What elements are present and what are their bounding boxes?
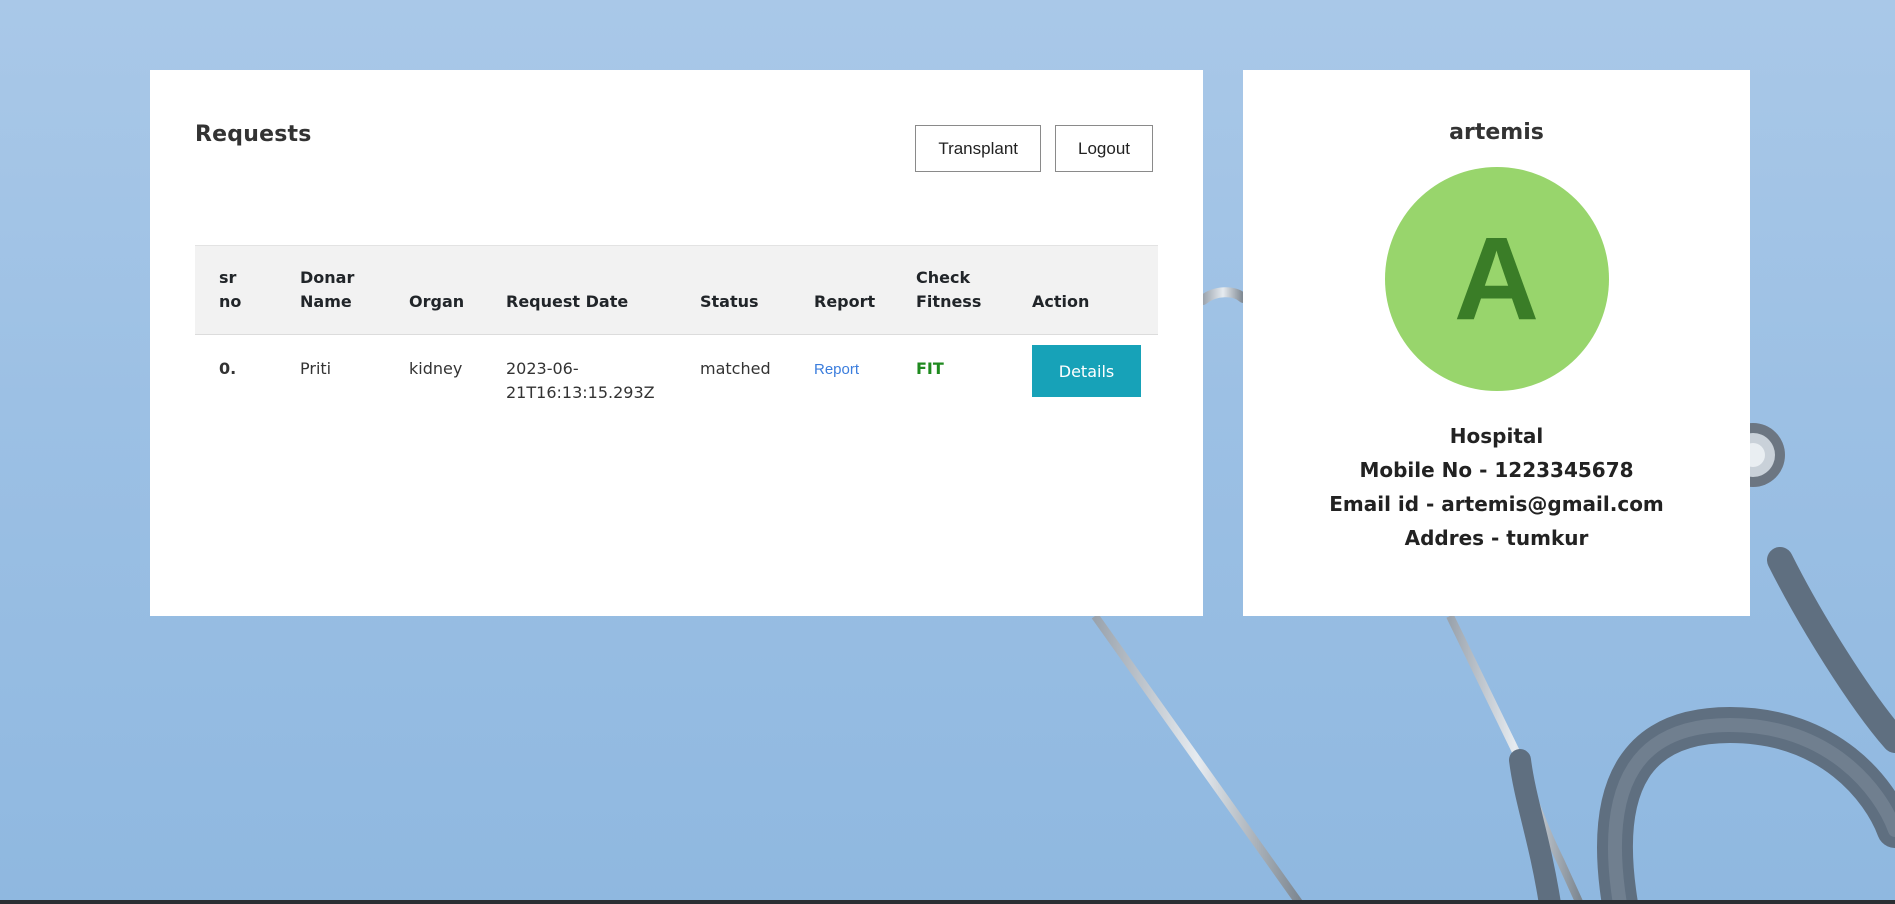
column-header-check-fitness: Check Fitness (892, 245, 1008, 335)
profile-panel: artemis A Hospital Mobile No - 122334567… (1243, 70, 1750, 616)
table-body: 0. Priti kidney 2023-06- 21T16:13:15.293… (195, 335, 1158, 428)
avatar-letter: A (1453, 213, 1540, 345)
transplant-button[interactable]: Transplant (915, 125, 1041, 172)
profile-name: artemis (1449, 120, 1544, 145)
column-header-sr-no: sr no (195, 245, 276, 335)
column-header-fitness-line1: Check (916, 268, 971, 287)
column-header-fitness-line2: Fitness (916, 292, 982, 311)
avatar: A (1384, 167, 1609, 391)
profile-mobile: Mobile No - 1223345678 (1359, 458, 1634, 482)
cell-sr-no: 0. (219, 359, 237, 378)
column-header-report: Report (790, 245, 892, 335)
requests-panel: Requests Transplant Logout sr no Donar N… (150, 70, 1203, 616)
cell-report: Report (790, 335, 892, 428)
column-header-request-date: Request Date (482, 245, 676, 335)
cell-action: Details (1008, 335, 1158, 428)
details-button[interactable]: Details (1032, 345, 1141, 397)
column-header-donor-name: Donar Name (276, 245, 385, 335)
requests-table: sr no Donar Name Organ Request Date Stat… (195, 245, 1158, 427)
profile-info: Hospital Mobile No - 1223345678 Email id… (1243, 419, 1750, 555)
column-header-sr-line2: no (219, 292, 242, 311)
report-link[interactable]: Report (814, 361, 859, 378)
request-date-line2: 21T16:13:15.293Z (506, 383, 655, 402)
column-header-donor-line1: Donar (300, 268, 355, 287)
cell-fitness: FIT (892, 335, 1008, 428)
table-header-row: sr no Donar Name Organ Request Date Stat… (195, 245, 1158, 335)
fitness-status: FIT (916, 359, 944, 378)
column-header-donor-line2: Name (300, 292, 352, 311)
cell-request-date: 2023-06- 21T16:13:15.293Z (482, 335, 676, 428)
profile-type: Hospital (1449, 424, 1544, 448)
table-row: 0. Priti kidney 2023-06- 21T16:13:15.293… (195, 335, 1158, 428)
column-header-sr-line1: sr (219, 268, 237, 287)
cell-organ: kidney (409, 359, 463, 378)
cell-status: matched (700, 359, 771, 378)
cell-donor-name: Priti (300, 359, 332, 378)
requests-header: Requests Transplant Logout (195, 122, 1158, 245)
profile-address: Addres - tumkur (1404, 526, 1589, 550)
column-header-status: Status (676, 245, 790, 335)
column-header-organ: Organ (385, 245, 482, 335)
header-actions: Transplant Logout (915, 125, 1153, 172)
page-title: Requests (195, 122, 312, 147)
column-header-action: Action (1008, 245, 1158, 335)
profile-email: Email id - artemis@gmail.com (1329, 492, 1664, 516)
table-header: sr no Donar Name Organ Request Date Stat… (195, 245, 1158, 335)
logout-button[interactable]: Logout (1055, 125, 1153, 172)
request-date-line1: 2023-06- (506, 359, 579, 378)
bottom-bar (0, 900, 1895, 904)
